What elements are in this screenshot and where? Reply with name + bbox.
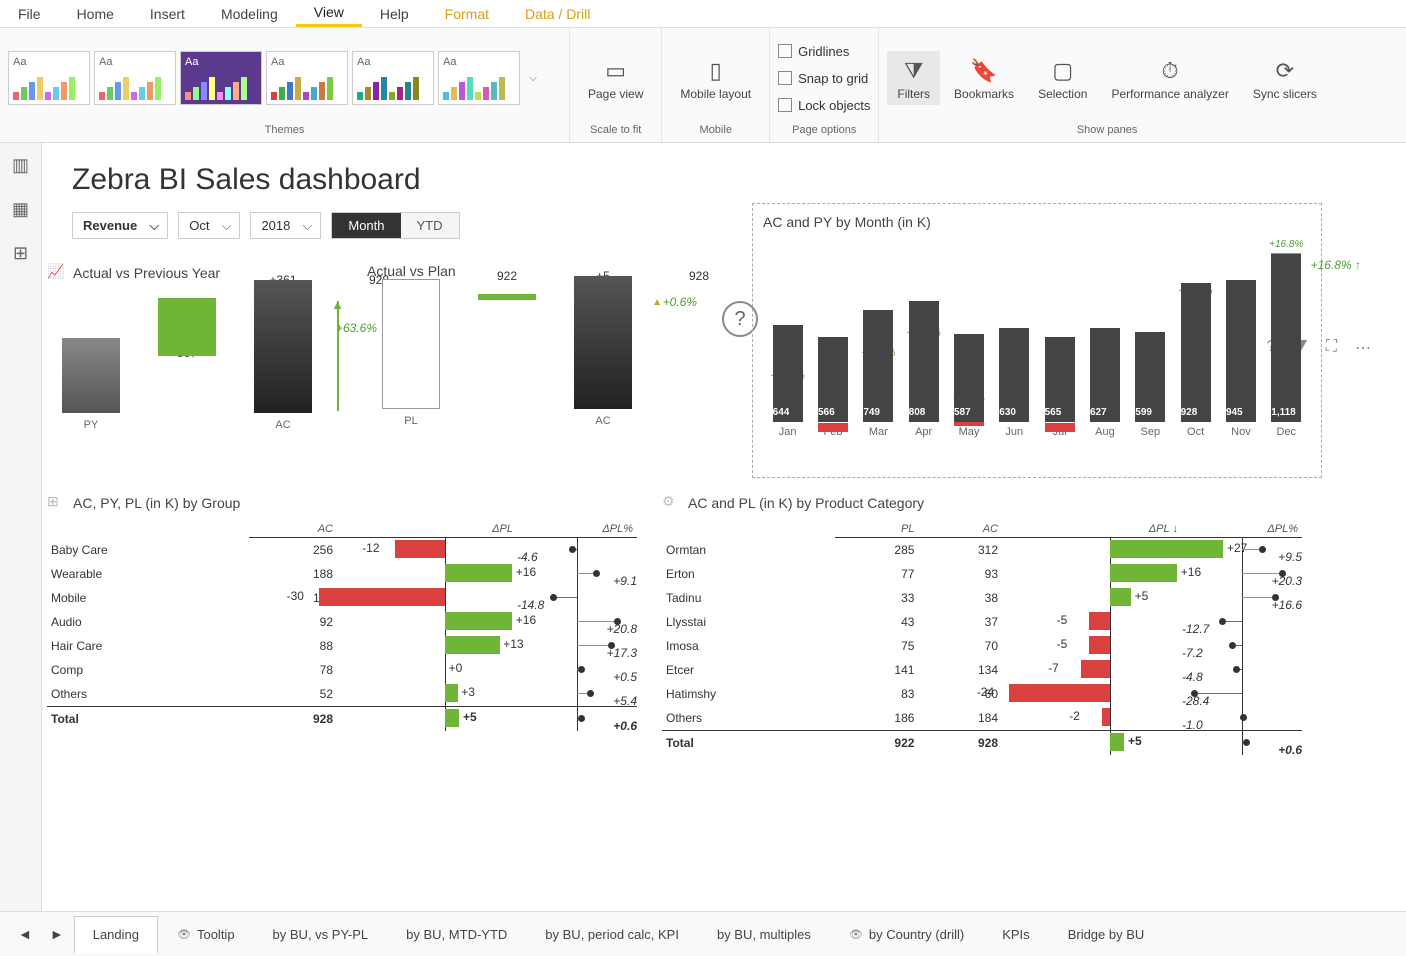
menu-bar: FileHomeInsertModelingViewHelpFormatData…: [0, 0, 1406, 28]
period-toggle: Month YTD: [331, 212, 459, 239]
month-bar-may[interactable]: -22.9%587May: [948, 334, 989, 438]
left-rail: ▥ ▦ ⊞: [0, 143, 42, 911]
hidden-icon: 👁: [849, 928, 863, 941]
gear-icon: ⚙: [662, 493, 682, 513]
toggle-ytd[interactable]: YTD: [401, 213, 459, 238]
menu-file[interactable]: File: [0, 2, 59, 26]
theme-3[interactable]: Aa: [266, 51, 348, 105]
gridlines-check[interactable]: Gridlines: [778, 40, 849, 63]
selection-button[interactable]: ▢Selection: [1028, 51, 1097, 105]
page-tab-5[interactable]: by BU, multiples: [698, 916, 830, 953]
month-bar-jun[interactable]: -3.9%630Jun: [994, 328, 1035, 439]
table-row[interactable]: Baby Care256-12-4.6: [47, 538, 637, 563]
table-row[interactable]: Etcer141134-7-4.8: [662, 658, 1302, 682]
theme-2[interactable]: Aa: [180, 51, 262, 105]
stopwatch-icon: ⏱: [1154, 55, 1186, 87]
menu-datadrill[interactable]: Data / Drill: [507, 2, 608, 26]
page-view-button[interactable]: ▭ Page view: [578, 51, 653, 105]
page-title: Zebra BI Sales dashboard: [72, 163, 1376, 197]
mobile-layout-button[interactable]: ▯ Mobile layout: [670, 51, 761, 105]
page-tab-6[interactable]: 👁by Country (drill): [830, 916, 983, 953]
data-view-icon[interactable]: ▦: [9, 197, 33, 221]
month-bar-oct[interactable]: +63.6%928Oct: [1175, 283, 1216, 438]
report-view-icon[interactable]: ▥: [9, 153, 33, 177]
lock-check[interactable]: Lock objects: [778, 94, 870, 117]
month-bar-mar[interactable]: +18.8%749Mar: [858, 310, 899, 438]
selection-icon: ▢: [1047, 55, 1079, 87]
theme-0[interactable]: Aa: [8, 51, 90, 105]
page-tab-0[interactable]: Landing: [74, 916, 158, 953]
sync-slicers-button[interactable]: ⟳Sync slicers: [1243, 51, 1327, 105]
menu-view[interactable]: View: [296, 0, 362, 27]
actual-vs-plan-visual[interactable]: Actual vs Plan 922 PL +5 928 AC +0.6% ▲: [367, 263, 647, 427]
table-row[interactable]: Hair Care88+13+17.3: [47, 634, 637, 658]
page-tabs: ◄ ► Landing👁Tooltipby BU, vs PY-PLby BU,…: [0, 911, 1406, 956]
filter-icon: ⧩: [898, 55, 930, 87]
month-bar-feb[interactable]: -8.8%566Feb: [812, 337, 853, 438]
month-dropdown[interactable]: Oct: [178, 212, 240, 239]
month-bar-jan[interactable]: +40.3%644Jan: [767, 325, 808, 438]
report-canvas: Zebra BI Sales dashboard ? Revenue Oct 2…: [42, 143, 1406, 911]
page-view-icon: ▭: [600, 55, 632, 87]
monthly-chart-visual[interactable]: AC and PY by Month (in K) +16.8% ↑ +40.3…: [752, 203, 1322, 478]
theme-1[interactable]: Aa: [94, 51, 176, 105]
page-tab-4[interactable]: by BU, period calc, KPI: [526, 916, 698, 953]
page-tab-8[interactable]: Bridge by BU: [1049, 916, 1164, 953]
menu-insert[interactable]: Insert: [132, 2, 203, 26]
table-row[interactable]: Imosa7570-5-7.2: [662, 634, 1302, 658]
table-row[interactable]: Others52+3+5.4: [47, 682, 637, 707]
menu-format[interactable]: Format: [427, 2, 507, 26]
page-tab-2[interactable]: by BU, vs PY-PL: [254, 916, 388, 953]
actual-vs-py-visual[interactable]: 📈Actual vs Previous Year 567 PY +361 928…: [47, 263, 327, 431]
month-bar-dec[interactable]: +16.8%1,118Dec: [1266, 254, 1307, 438]
year-dropdown[interactable]: 2018: [250, 212, 321, 239]
table-row[interactable]: Audio92+16+20.8: [47, 610, 637, 634]
table-row[interactable]: Others186184-2-1.0: [662, 706, 1302, 731]
measure-dropdown[interactable]: Revenue: [72, 212, 168, 239]
page-tab-7[interactable]: KPIs: [983, 916, 1048, 953]
tab-prev[interactable]: ◄: [10, 926, 40, 942]
menu-home[interactable]: Home: [59, 2, 132, 26]
hidden-icon: 👁: [177, 928, 191, 941]
table-row[interactable]: Wearable188+16+9.1: [47, 562, 637, 586]
by-product-visual[interactable]: ⚙AC and PL (in K) by Product Category PL…: [662, 493, 1302, 755]
table-row[interactable]: Hatimshy8360-24-28.4: [662, 682, 1302, 706]
month-bar-sep[interactable]: -3.5%599Sep: [1130, 332, 1171, 438]
table-row[interactable]: Erton7793+16+20.3: [662, 562, 1302, 586]
table-row[interactable]: Ormtan285312+27+9.5: [662, 538, 1302, 563]
more-icon[interactable]: ⋯: [1355, 338, 1371, 358]
table-row[interactable]: Mobile173-30-14.8: [47, 586, 637, 610]
month-bar-apr[interactable]: +23.0%808Apr: [903, 301, 944, 438]
table-row[interactable]: Comp78+0+0.5: [47, 658, 637, 682]
table-row[interactable]: Llysstai4337-5-12.7: [662, 610, 1302, 634]
focus-icon[interactable]: ⛶: [1326, 338, 1337, 358]
snap-check[interactable]: Snap to grid: [778, 67, 868, 90]
filters-button[interactable]: ⧩Filters: [887, 51, 940, 105]
performance-button[interactable]: ⏱Performance analyzer: [1101, 51, 1238, 105]
theme-5[interactable]: Aa: [438, 51, 520, 105]
month-bar-nov[interactable]: +6.2%945Nov: [1220, 280, 1261, 438]
hierarchy-icon: ⊞: [47, 493, 67, 513]
month-bar-aug[interactable]: -4.4%627Aug: [1084, 328, 1125, 438]
page-tab-1[interactable]: 👁Tooltip: [158, 916, 254, 953]
bookmarks-button[interactable]: 🔖Bookmarks: [944, 51, 1024, 105]
sync-icon: ⟳: [1269, 55, 1301, 87]
month-bar-jul[interactable]: -9.9%565Jul: [1039, 337, 1080, 438]
by-group-visual[interactable]: ⊞AC, PY, PL (in K) by Group ACΔPLΔPL%Bab…: [47, 493, 637, 731]
bookmark-icon: 🔖: [968, 55, 1000, 87]
page-tab-3[interactable]: by BU, MTD-YTD: [387, 916, 526, 953]
themes-label: Themes: [8, 122, 561, 136]
menu-modeling[interactable]: Modeling: [203, 2, 296, 26]
toggle-month[interactable]: Month: [332, 213, 400, 238]
tab-next[interactable]: ►: [42, 926, 72, 942]
theme-dropdown[interactable]: ⌵: [524, 73, 542, 84]
theme-4[interactable]: Aa: [352, 51, 434, 105]
ribbon: AaAaAaAaAaAa⌵ Themes ▭ Page view Scale t…: [0, 28, 1406, 143]
model-view-icon[interactable]: ⊞: [9, 241, 33, 265]
menu-help[interactable]: Help: [362, 2, 427, 26]
table-row[interactable]: Tadinu3338+5+16.6: [662, 586, 1302, 610]
mobile-icon: ▯: [700, 55, 732, 87]
